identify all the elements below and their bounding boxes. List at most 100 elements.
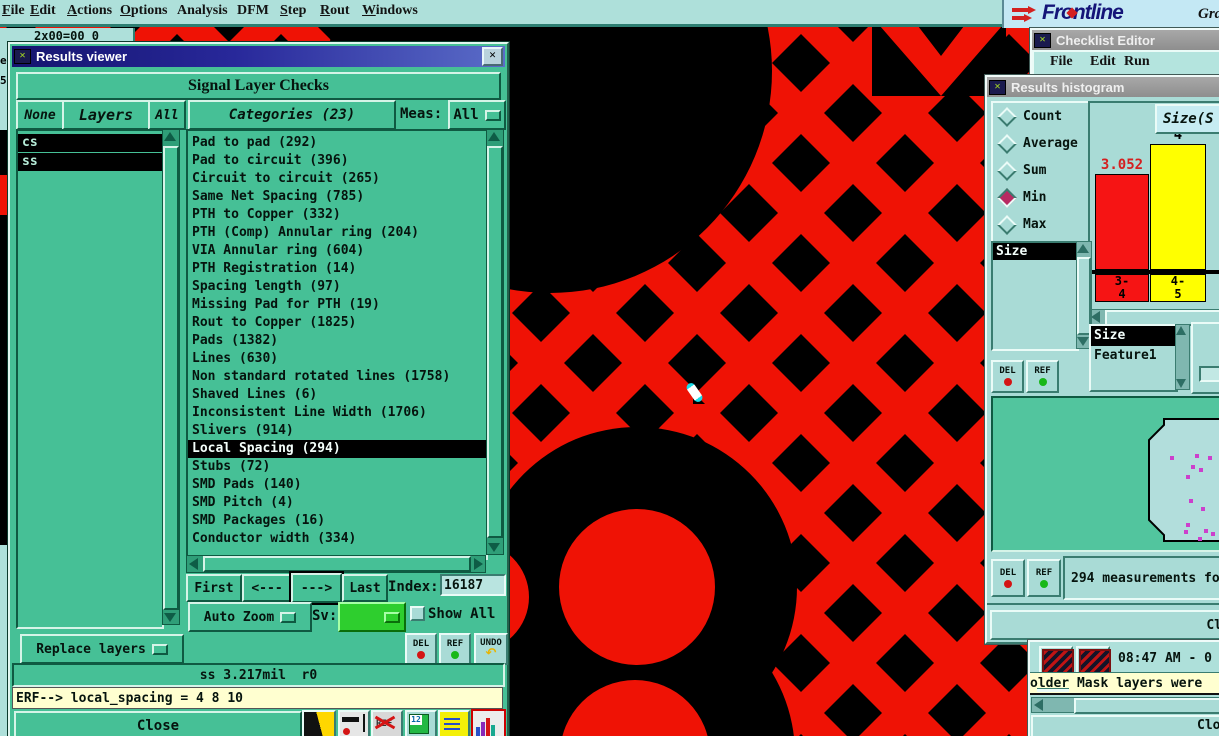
screen-icon-button[interactable] bbox=[338, 710, 370, 736]
list-item[interactable]: Feature1 bbox=[1091, 346, 1176, 366]
window-menu-icon[interactable]: ✕ bbox=[989, 79, 1006, 95]
scrollbar-thumb[interactable] bbox=[487, 146, 503, 538]
menu-item[interactable]: Analysis bbox=[177, 3, 228, 19]
categories-h-scrollbar[interactable] bbox=[186, 555, 486, 573]
list-item[interactable]: Local Spacing (294) bbox=[188, 440, 486, 458]
menu-item[interactable]: DFM bbox=[237, 3, 269, 19]
scroll-right-icon[interactable] bbox=[474, 558, 483, 570]
results-viewer-titlebar[interactable]: ✕ Results viewer ✕ bbox=[12, 46, 505, 67]
checklist-menu-item[interactable]: Edit bbox=[1090, 54, 1116, 70]
list-item[interactable]: ss bbox=[18, 153, 162, 171]
list-item[interactable]: Spacing length (97) bbox=[188, 278, 486, 296]
menu-item[interactable]: Edit bbox=[30, 3, 56, 19]
list-item[interactable]: SMD Packages (16) bbox=[188, 512, 486, 530]
stat-radio[interactable]: Average bbox=[993, 130, 1088, 157]
scroll-down-icon[interactable] bbox=[164, 613, 176, 622]
list-item[interactable]: Circuit to circuit (265) bbox=[188, 170, 486, 188]
checklist-menu-item[interactable]: Run bbox=[1124, 54, 1150, 70]
ref-button[interactable]: REF bbox=[1026, 360, 1059, 393]
close-icon[interactable]: ✕ bbox=[482, 47, 503, 66]
list-item[interactable]: Conductor width (334) bbox=[188, 530, 486, 548]
list-item[interactable]: PTH Registration (14) bbox=[188, 260, 486, 278]
exit-icon-button[interactable] bbox=[302, 710, 336, 736]
auto-zoom-dropdown[interactable]: Auto Zoom bbox=[188, 602, 312, 632]
sv-color-dropdown[interactable] bbox=[338, 602, 406, 632]
categories-button[interactable]: Categories (23) bbox=[188, 100, 396, 130]
window-menu-icon[interactable]: ✕ bbox=[1034, 32, 1051, 48]
notes-icon-button[interactable] bbox=[438, 710, 470, 736]
del-button[interactable]: DEL bbox=[405, 633, 437, 665]
menu-item[interactable]: Options bbox=[120, 3, 167, 19]
layers-scrollbar[interactable] bbox=[162, 129, 180, 625]
histogram-bar[interactable] bbox=[1150, 144, 1206, 270]
board-preview-panel[interactable] bbox=[991, 396, 1219, 552]
list-item[interactable]: Size bbox=[1091, 326, 1176, 346]
menu-item[interactable]: Rout bbox=[320, 3, 350, 19]
index-input[interactable] bbox=[440, 574, 506, 596]
histogram-bar[interactable] bbox=[1095, 174, 1149, 270]
stat-radio[interactable]: Min bbox=[993, 184, 1088, 211]
status-h-scrollbar[interactable] bbox=[1031, 697, 1219, 714]
all-button[interactable]: All bbox=[148, 100, 186, 130]
list-item[interactable]: PTH to Copper (332) bbox=[188, 206, 486, 224]
list-item[interactable]: Size bbox=[993, 243, 1077, 260]
series-scrollbar[interactable] bbox=[1175, 324, 1190, 390]
list-item[interactable]: Inconsistent Line Width (1706) bbox=[188, 404, 486, 422]
list-item[interactable]: Pad to circuit (396) bbox=[188, 152, 486, 170]
scroll-down-icon[interactable] bbox=[1077, 337, 1089, 346]
scrollbar-thumb[interactable] bbox=[1074, 698, 1219, 714]
scroll-up-icon[interactable] bbox=[1176, 326, 1186, 335]
del-button[interactable]: DEL bbox=[991, 559, 1025, 597]
scrollbar-thumb[interactable] bbox=[163, 146, 179, 610]
ref-button[interactable]: REF bbox=[439, 633, 471, 665]
list-item[interactable]: Non standard rotated lines (1758) bbox=[188, 368, 486, 386]
scroll-up-icon[interactable] bbox=[164, 132, 176, 141]
stat-radio[interactable]: Max bbox=[993, 211, 1088, 238]
size-header-button[interactable]: Size(S bbox=[1155, 104, 1219, 134]
checklist-editor-titlebar[interactable]: ✕ Checklist Editor bbox=[1032, 30, 1219, 50]
menu-item[interactable]: Step bbox=[280, 3, 306, 19]
ref-clear-icon-button[interactable]: REF bbox=[371, 710, 403, 736]
next-button[interactable]: ---> bbox=[289, 571, 344, 605]
scrollbar-thumb[interactable] bbox=[203, 556, 471, 572]
show-all-checkbox[interactable] bbox=[410, 606, 425, 621]
categories-v-scrollbar[interactable] bbox=[486, 129, 504, 555]
list-item[interactable]: Pad to pad (292) bbox=[188, 134, 486, 152]
ref-button[interactable]: REF bbox=[1027, 559, 1061, 597]
menu-item[interactable]: Windows bbox=[362, 3, 418, 19]
list-item[interactable]: Rout to Copper (1825) bbox=[188, 314, 486, 332]
list-item[interactable]: Missing Pad for PTH (19) bbox=[188, 296, 486, 314]
prev-button[interactable]: <--- bbox=[242, 574, 292, 602]
menu-item[interactable]: File bbox=[2, 3, 25, 19]
meas-dropdown[interactable]: All bbox=[448, 100, 506, 130]
del-button[interactable]: DEL bbox=[991, 360, 1024, 393]
first-button[interactable]: First bbox=[186, 574, 242, 602]
layers-button[interactable]: Layers bbox=[62, 100, 150, 130]
pages-icon-button[interactable]: 12 bbox=[405, 710, 437, 736]
list-item[interactable]: PTH (Comp) Annular ring (204) bbox=[188, 224, 486, 242]
list-item[interactable]: SMD Pads (140) bbox=[188, 476, 486, 494]
last-button[interactable]: Last bbox=[342, 574, 388, 602]
list-item[interactable]: VIA Annular ring (604) bbox=[188, 242, 486, 260]
undo-button[interactable]: UNDO ↶ bbox=[474, 633, 508, 665]
scroll-up-icon[interactable] bbox=[1077, 244, 1089, 253]
scroll-down-icon[interactable] bbox=[1176, 379, 1186, 388]
close-button[interactable]: Close bbox=[14, 711, 302, 736]
list-item[interactable]: Stubs (72) bbox=[188, 458, 486, 476]
checklist-menu-item[interactable]: File bbox=[1050, 54, 1073, 70]
menu-item[interactable]: Actions bbox=[67, 3, 112, 19]
close-button[interactable]: Clos bbox=[990, 610, 1219, 640]
histogram-titlebar[interactable]: ✕ Results histogram bbox=[987, 77, 1219, 97]
stat-radio[interactable]: Count bbox=[993, 103, 1088, 130]
results-viewer-window[interactable]: ✕ Results viewer ✕ Signal Layer Checks N… bbox=[8, 42, 509, 736]
results-histogram-window[interactable]: ✕ Results histogram Count Average Sum Mi… bbox=[985, 75, 1219, 644]
list-item[interactable]: Slivers (914) bbox=[188, 422, 486, 440]
stat-radio[interactable]: Sum bbox=[993, 157, 1088, 184]
list-item[interactable]: SMD Pitch (4) bbox=[188, 494, 486, 512]
scroll-left-icon[interactable] bbox=[1091, 311, 1100, 323]
list-item[interactable]: Pads (1382) bbox=[188, 332, 486, 350]
status-window[interactable]: 08:47 AM - 0 older Mask layers were Clo bbox=[1028, 640, 1219, 736]
status-close-row[interactable]: Clo bbox=[1031, 715, 1219, 736]
list-item[interactable]: Same Net Spacing (785) bbox=[188, 188, 486, 206]
list-item[interactable]: Shaved Lines (6) bbox=[188, 386, 486, 404]
